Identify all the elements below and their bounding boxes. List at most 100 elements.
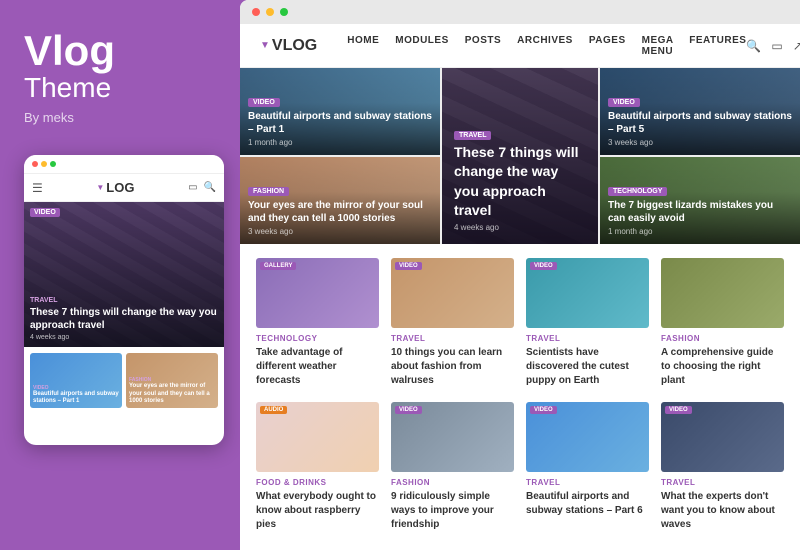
grid-item-7: VIDEO TRAVEL Beautiful airports and subw… <box>526 402 649 532</box>
grid-thumb-8[interactable]: VIDEO <box>661 402 784 472</box>
hero-card-center[interactable]: TRAVEL These 7 things will change the wa… <box>442 68 598 244</box>
nav-features[interactable]: FEATURES <box>689 35 746 57</box>
nav-pages[interactable]: PAGES <box>589 35 626 57</box>
grid-tag-8: VIDEO <box>665 406 692 414</box>
hero-left-col: VIDEO Beautiful airports and subway stat… <box>240 68 440 244</box>
browser-chrome <box>240 0 800 24</box>
monitor-icon[interactable]: ▭ <box>771 39 782 53</box>
nav-modules[interactable]: MODULES <box>395 35 449 57</box>
hero-card-right-bottom-content: TECHNOLOGY The 7 biggest lizards mistake… <box>608 180 792 236</box>
mobile-thumb-2: FASHION Your eyes are the mirror of your… <box>126 353 218 408</box>
grid-thumb-1[interactable]: GALLERY <box>256 258 379 328</box>
brand-by: By meks <box>24 110 216 125</box>
brand-title: Vlog <box>24 30 216 72</box>
grid-title-3: Scientists have discovered the cutest pu… <box>526 346 649 388</box>
mobile-hero-title: These 7 things will change the way you a… <box>30 306 218 332</box>
grid-section-1: GALLERY TECHNOLOGY Take advantage of dif… <box>240 244 800 402</box>
grid-item-8: VIDEO TRAVEL What the experts don't want… <box>661 402 784 532</box>
mobile-thumb-1-title: Beautiful airports and subway stations –… <box>33 391 119 405</box>
mobile-thumb-1-content: VIDEO Beautiful airports and subway stat… <box>33 385 119 405</box>
hero-card-right-bottom[interactable]: TECHNOLOGY The 7 biggest lizards mistake… <box>600 157 800 244</box>
nav-home[interactable]: HOME <box>347 35 379 57</box>
grid-item-6: VIDEO FASHION 9 ridiculously simple ways… <box>391 402 514 532</box>
nav-posts[interactable]: POSTS <box>465 35 501 57</box>
grid-cat-1: TECHNOLOGY <box>256 334 379 343</box>
mobile-nav: ☰ ▼ LOG ▭ 🔍 <box>24 174 224 202</box>
hero-card-center-content: TRAVEL These 7 things will change the wa… <box>454 124 586 232</box>
grid-thumb-3[interactable]: VIDEO <box>526 258 649 328</box>
hero-right-col: VIDEO Beautiful airports and subway stat… <box>600 68 800 244</box>
hero-tag-right-bottom: TECHNOLOGY <box>608 187 667 196</box>
grid-title-5: What everybody ought to know about raspb… <box>256 490 379 532</box>
grid-cat-6: FASHION <box>391 478 514 487</box>
nav-mega-menu[interactable]: MEGA MENU <box>642 35 674 57</box>
hero-section: VIDEO Beautiful airports and subway stat… <box>240 68 800 244</box>
browser-dot-yellow[interactable] <box>266 8 274 16</box>
hero-card-left-top-title: Beautiful airports and subway stations –… <box>248 110 432 136</box>
mobile-dot-yellow <box>41 161 47 167</box>
grid-tag-6: VIDEO <box>395 406 422 414</box>
grid-item-3: VIDEO TRAVEL Scientists have discovered … <box>526 258 649 388</box>
grid-thumb-2[interactable]: VIDEO <box>391 258 514 328</box>
grid-thumb-6[interactable]: VIDEO <box>391 402 514 472</box>
mobile-logo-triangle: ▼ <box>96 183 104 192</box>
hero-card-center-date: 4 weeks ago <box>454 223 586 232</box>
grid-thumb-5[interactable]: AUDIO <box>256 402 379 472</box>
mobile-hero-content: TRAVEL These 7 things will change the wa… <box>30 297 218 341</box>
mobile-logo: ▼ LOG <box>96 180 134 195</box>
hero-card-left-bottom[interactable]: FASHION Your eyes are the mirror of your… <box>240 157 440 244</box>
grid-title-6: 9 ridiculously simple ways to improve yo… <box>391 490 514 532</box>
site-nav: HOME MODULES POSTS ARCHIVES PAGES MEGA M… <box>347 35 746 57</box>
grid-title-1: Take advantage of different weather fore… <box>256 346 379 388</box>
mobile-dots <box>32 161 56 167</box>
hero-tag-left-bottom: FASHION <box>248 187 289 196</box>
mobile-nav-icons: ▭ 🔍 <box>188 182 216 193</box>
browser-dot-red[interactable] <box>252 8 260 16</box>
hero-card-left-top-content: VIDEO Beautiful airports and subway stat… <box>248 91 432 147</box>
hero-card-right-top-title: Beautiful airports and subway stations –… <box>608 110 792 136</box>
grid-tag-2: VIDEO <box>395 262 422 270</box>
mobile-dot-green <box>50 161 56 167</box>
nav-archives[interactable]: ARCHIVES <box>517 35 573 57</box>
mobile-thumb-1: VIDEO Beautiful airports and subway stat… <box>30 353 122 408</box>
grid-tag-1: GALLERY <box>260 262 296 270</box>
hero-card-right-bottom-title: The 7 biggest lizards mistakes you can e… <box>608 199 792 225</box>
mobile-monitor-icon[interactable]: ▭ <box>188 182 197 193</box>
search-icon[interactable]: 🔍 <box>746 39 761 53</box>
mobile-thumb-2-title: Your eyes are the mirror of your soul an… <box>129 383 215 405</box>
hero-tag-right-top: VIDEO <box>608 98 640 107</box>
hero-tag-left-top: VIDEO <box>248 98 280 107</box>
browser-content: ▼ VLOG HOME MODULES POSTS ARCHIVES PAGES… <box>240 24 800 550</box>
mobile-hero-tag: VIDEO <box>30 208 60 217</box>
grid-tag-5: AUDIO <box>260 406 287 414</box>
browser-dot-green[interactable] <box>280 8 288 16</box>
mobile-dot-red <box>32 161 38 167</box>
logo-triangle-icon: ▼ <box>260 40 270 51</box>
mobile-hamburger-icon[interactable]: ☰ <box>32 181 43 195</box>
hero-card-right-top[interactable]: VIDEO Beautiful airports and subway stat… <box>600 68 800 155</box>
grid-item-5: AUDIO FOOD & DRINKS What everybody ought… <box>256 402 379 532</box>
grid-cat-2: TRAVEL <box>391 334 514 343</box>
grid-title-2: 10 things you can learn about fashion fr… <box>391 346 514 388</box>
grid-item-4: FASHION A comprehensive guide to choosin… <box>661 258 784 388</box>
hero-card-left-top[interactable]: VIDEO Beautiful airports and subway stat… <box>240 68 440 155</box>
mobile-hero-cat: TRAVEL <box>30 297 218 304</box>
grid-item-1: GALLERY TECHNOLOGY Take advantage of dif… <box>256 258 379 388</box>
grid-thumb-4[interactable] <box>661 258 784 328</box>
hero-card-center-title: These 7 things will change the way you a… <box>454 143 586 221</box>
grid-cat-7: TRAVEL <box>526 478 649 487</box>
mobile-search-icon[interactable]: 🔍 <box>204 182 216 193</box>
hero-card-left-bottom-date: 3 weeks ago <box>248 227 432 236</box>
site-header-icons: 🔍 ▭ ↗ <box>746 39 800 53</box>
grid-title-7: Beautiful airports and subway stations –… <box>526 490 649 518</box>
share-icon[interactable]: ↗ <box>793 39 800 53</box>
grid-tag-3: VIDEO <box>530 262 557 270</box>
mobile-hero: VIDEO TRAVEL These 7 things will change … <box>24 202 224 347</box>
mobile-thumbs: VIDEO Beautiful airports and subway stat… <box>24 347 224 414</box>
hero-card-left-bottom-title: Your eyes are the mirror of your soul an… <box>248 199 432 225</box>
grid-cat-5: FOOD & DRINKS <box>256 478 379 487</box>
grid-thumb-7[interactable]: VIDEO <box>526 402 649 472</box>
grid-section-2: AUDIO FOOD & DRINKS What everybody ought… <box>240 402 800 546</box>
grid-item-2: VIDEO TRAVEL 10 things you can learn abo… <box>391 258 514 388</box>
hero-tag-center: TRAVEL <box>454 131 491 140</box>
